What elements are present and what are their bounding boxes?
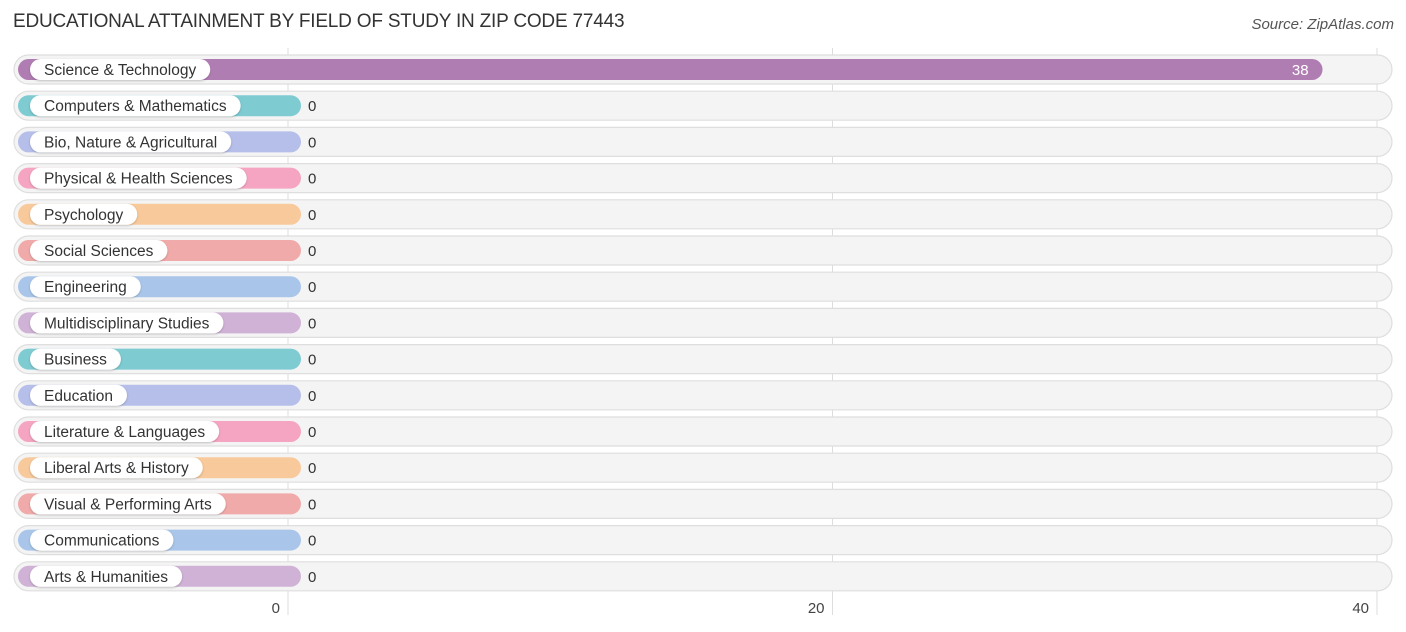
- category-label: Science & Technology: [44, 62, 196, 79]
- value-label: 0: [308, 279, 316, 296]
- category-label: Communications: [44, 533, 160, 550]
- x-tick-label: 0: [272, 600, 280, 617]
- category-label: Computers & Mathematics: [44, 98, 227, 115]
- category-label: Engineering: [44, 279, 127, 296]
- category-label: Education: [44, 388, 113, 405]
- value-label: 0: [308, 134, 316, 151]
- bar-row: Visual & Performing Arts 0: [13, 488, 1393, 519]
- category-label: Physical & Health Sciences: [44, 171, 233, 188]
- bar-row: Science & Technology 38: [13, 54, 1393, 85]
- value-label: 38: [1292, 62, 1309, 79]
- x-tick-label: 20: [808, 600, 825, 617]
- bar-row: Liberal Arts & History 0: [13, 452, 1393, 483]
- bar-row: Social Sciences 0: [13, 235, 1393, 266]
- value-label: 0: [308, 424, 316, 441]
- bar-row: Literature & Languages 0: [13, 416, 1393, 447]
- bar-row: Multidisciplinary Studies 0: [13, 307, 1393, 338]
- category-label: Arts & Humanities: [44, 569, 168, 586]
- value-label: 0: [308, 352, 316, 369]
- bar-row: Education 0: [13, 380, 1393, 411]
- category-label: Liberal Arts & History: [44, 460, 189, 477]
- bar: [18, 59, 1323, 80]
- bar-row: Engineering 0: [13, 271, 1393, 302]
- bar-row: Computers & Mathematics 0: [13, 90, 1393, 121]
- value-label: 0: [308, 243, 316, 260]
- category-label: Visual & Performing Arts: [44, 496, 212, 513]
- bar-chart: Science & Technology 38 Computers & Mathem…: [13, 48, 1393, 617]
- category-label: Literature & Languages: [44, 424, 205, 441]
- bar-row: Business 0: [13, 344, 1393, 375]
- value-label: 0: [308, 315, 316, 332]
- category-label: Bio, Nature & Agricultural: [44, 134, 217, 151]
- category-label: Social Sciences: [44, 243, 154, 260]
- bar-row: Physical & Health Sciences 0: [13, 163, 1393, 194]
- bar-row: Psychology 0: [13, 199, 1393, 230]
- category-label: Business: [44, 352, 107, 369]
- value-label: 0: [308, 388, 316, 405]
- x-tick-label: 40: [1352, 600, 1369, 617]
- value-label: 0: [308, 533, 316, 550]
- bar-row: Bio, Nature & Agricultural 0: [13, 126, 1393, 158]
- category-label: Multidisciplinary Studies: [44, 315, 210, 332]
- value-label: 0: [308, 207, 316, 224]
- bar-row: Arts & Humanities 0: [13, 561, 1393, 592]
- value-label: 0: [308, 569, 316, 586]
- bar-row: Communications 0: [13, 524, 1393, 556]
- category-label: Psychology: [44, 207, 124, 224]
- value-label: 0: [308, 496, 316, 513]
- value-label: 0: [308, 98, 316, 115]
- value-label: 0: [308, 171, 316, 188]
- value-label: 0: [308, 460, 316, 477]
